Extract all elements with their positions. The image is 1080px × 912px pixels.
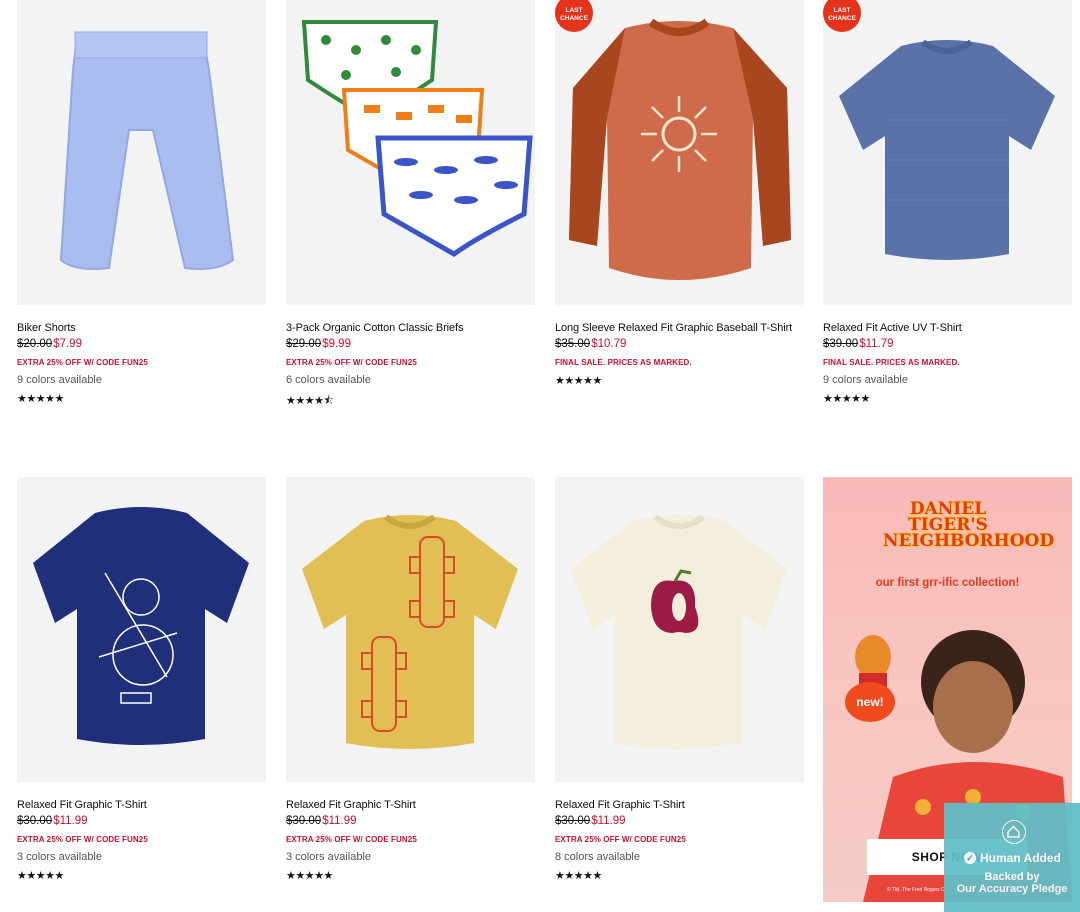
uv-tee-illustration xyxy=(839,39,1055,260)
biker-shorts-illustration xyxy=(59,31,235,270)
rating-stars: ★★★★★ xyxy=(286,870,333,882)
check-icon: ✓ xyxy=(964,852,976,864)
original-price: $29.00 xyxy=(286,338,322,350)
product-image[interactable] xyxy=(555,477,804,782)
product-card[interactable]: Relaxed Fit Graphic T-Shirt $30.00$11.99… xyxy=(286,477,535,882)
home-icon xyxy=(1002,820,1026,844)
original-price: $30.00 xyxy=(17,815,53,827)
product-card[interactable]: LAST CHANCE Long Sleeve Relaxed Fit Graph… xyxy=(555,0,804,387)
rating-stars: ★★★★★ xyxy=(555,870,602,882)
new-badge: new! xyxy=(845,682,895,722)
baseball-tee-illustration xyxy=(569,18,791,280)
rating-stars: ★★★★★ xyxy=(17,393,64,405)
sale-price: $11.79 xyxy=(859,338,894,350)
original-price: $30.00 xyxy=(286,815,322,827)
product-price: $35.00$10.79 xyxy=(555,338,804,355)
briefs-illustration xyxy=(301,20,533,257)
sale-price: $11.99 xyxy=(322,815,357,827)
product-price: $29.00$9.99 xyxy=(286,338,535,355)
product-name[interactable]: Long Sleeve Relaxed Fit Graphic Baseball… xyxy=(555,322,804,338)
product-price: $39.00$11.79 xyxy=(823,338,1072,355)
color-count[interactable]: 3 colors available xyxy=(17,851,266,869)
rating-stars: ★★★★⯪ xyxy=(286,395,334,407)
promo-text: EXTRA 25% OFF W/ CODE FUN25 xyxy=(17,835,148,844)
human-added-widget[interactable]: ✓ Human Added Backed by Our Accuracy Ple… xyxy=(944,803,1080,912)
copyright-text: © TM, The Fred Rogers Co. xyxy=(887,887,949,893)
sale-price: $9.99 xyxy=(322,338,351,350)
promo-text: EXTRA 25% OFF W/ CODE FUN25 xyxy=(286,358,417,367)
product-card[interactable]: LAST CHANCE Relaxed Fit Active UV T-Shirt… xyxy=(823,0,1072,405)
color-count[interactable]: 3 colors available xyxy=(286,851,535,869)
sale-price: $11.99 xyxy=(53,815,88,827)
original-price: $20.00 xyxy=(17,338,53,350)
product-name[interactable]: 3-Pack Organic Cotton Classic Briefs xyxy=(286,322,535,338)
product-image[interactable] xyxy=(17,0,266,305)
rating-stars: ★★★★★ xyxy=(17,870,64,882)
human-added-title: ✓ Human Added xyxy=(964,851,1061,865)
accuracy-pledge-text: Backed by Our Accuracy Pledge xyxy=(956,871,1068,895)
product-card[interactable]: 3-Pack Organic Cotton Classic Briefs $29… xyxy=(286,0,535,411)
product-image[interactable] xyxy=(286,477,535,782)
sale-price: $7.99 xyxy=(53,338,82,350)
promo-text: FINAL SALE. PRICES AS MARKED. xyxy=(823,358,960,367)
color-count[interactable]: 9 colors available xyxy=(823,374,1072,392)
product-price: $30.00$11.99 xyxy=(286,815,535,832)
rating-stars: ★★★★★ xyxy=(555,375,602,387)
product-price: $30.00$11.99 xyxy=(555,815,804,832)
original-price: $30.00 xyxy=(555,815,591,827)
promo-text: FINAL SALE. PRICES AS MARKED. xyxy=(555,358,692,367)
sale-price: $10.79 xyxy=(591,338,627,350)
original-price: $35.00 xyxy=(555,338,591,350)
product-price: $20.00$7.99 xyxy=(17,338,266,355)
product-image[interactable]: LAST CHANCE xyxy=(555,0,804,305)
navy-tee-illustration xyxy=(33,507,249,745)
cream-tee-illustration xyxy=(571,514,787,749)
color-count[interactable]: 8 colors available xyxy=(555,851,804,869)
original-price: $39.00 xyxy=(823,338,859,350)
yellow-tee-illustration xyxy=(302,514,518,749)
product-name[interactable]: Relaxed Fit Graphic T-Shirt xyxy=(555,799,804,815)
product-name[interactable]: Relaxed Fit Active UV T-Shirt xyxy=(823,322,1072,338)
promo-text: EXTRA 25% OFF W/ CODE FUN25 xyxy=(555,835,686,844)
sale-price: $11.99 xyxy=(591,815,626,827)
product-name[interactable]: Relaxed Fit Graphic T-Shirt xyxy=(286,799,535,815)
product-image[interactable] xyxy=(286,0,535,305)
product-price: $30.00$11.99 xyxy=(17,815,266,832)
product-name[interactable]: Relaxed Fit Graphic T-Shirt xyxy=(17,799,266,815)
product-image[interactable]: LAST CHANCE xyxy=(823,0,1072,305)
color-count[interactable]: 6 colors available xyxy=(286,374,535,392)
promo-text: EXTRA 25% OFF W/ CODE FUN25 xyxy=(286,835,417,844)
product-name[interactable]: Biker Shorts xyxy=(17,322,266,338)
product-card[interactable]: Biker Shorts $20.00$7.99 EXTRA 25% OFF W… xyxy=(17,0,266,405)
product-image[interactable] xyxy=(17,477,266,782)
promo-text: EXTRA 25% OFF W/ CODE FUN25 xyxy=(17,358,148,367)
product-card[interactable]: Relaxed Fit Graphic T-Shirt $30.00$11.99… xyxy=(17,477,266,882)
rating-stars: ★★★★★ xyxy=(823,393,870,405)
color-count[interactable]: 9 colors available xyxy=(17,374,266,392)
product-card[interactable]: Relaxed Fit Graphic T-Shirt $30.00$11.99… xyxy=(555,477,804,882)
